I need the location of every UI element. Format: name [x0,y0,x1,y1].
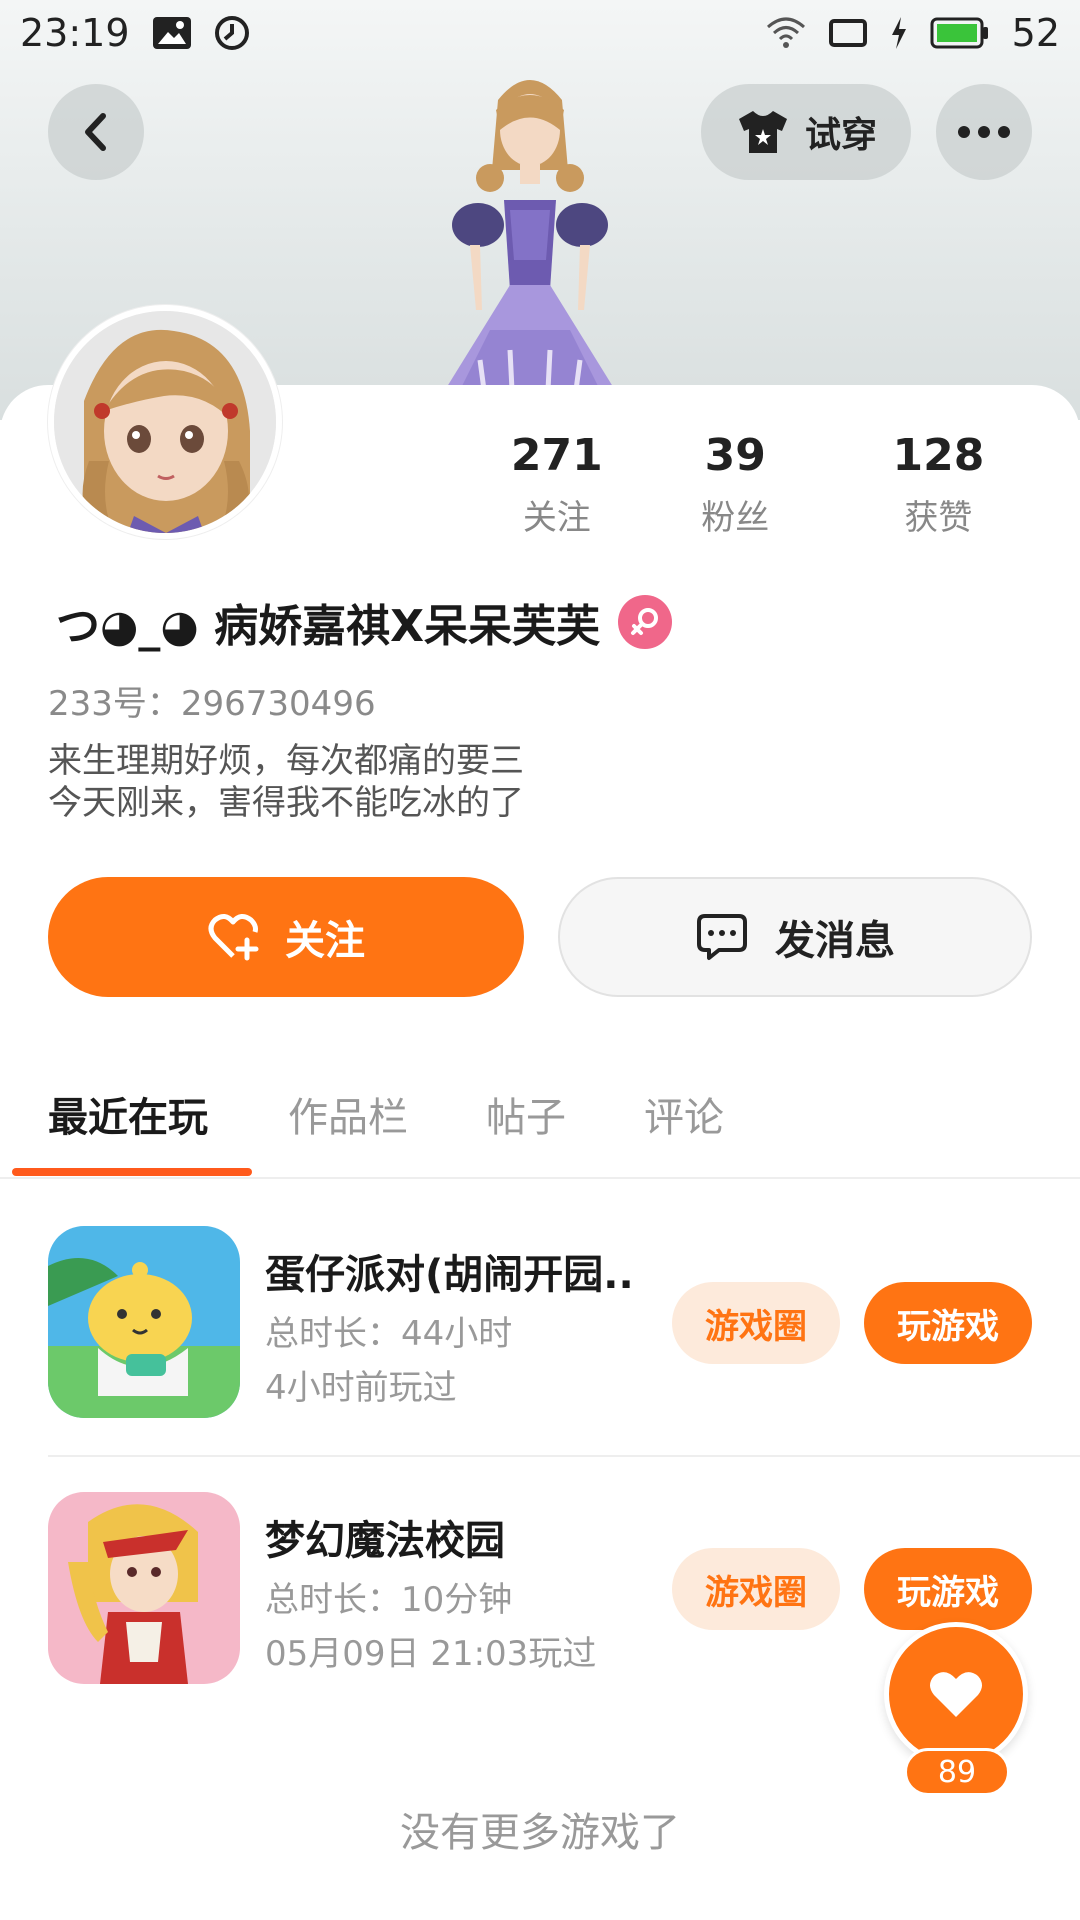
chevron-left-icon [85,113,106,151]
stat-label: 获赞 [904,498,973,538]
stat-following[interactable]: 271 关注 [480,430,634,539]
send-message-label: 发消息 [775,918,895,964]
game-duration: 总时长：10分钟 [265,1580,513,1620]
try-on-button[interactable]: 试穿 [701,84,911,180]
profile-tabs: 最近在玩 作品栏 帖子 评论 [0,1075,1080,1179]
stat-value: 128 [892,430,985,481]
chat-bubble-icon [697,914,747,960]
female-gender-icon [618,595,673,649]
battery-icon [930,17,990,49]
gallery-notification-icon [152,16,192,50]
more-dots-icon [958,126,1010,138]
game-icon-magic-school[interactable] [48,1492,240,1684]
stat-value: 39 [704,430,766,481]
heart-icon [930,1672,982,1717]
game-last-played: 05月09日 21:03玩过 [265,1634,597,1674]
game-circle-button[interactable]: 游戏圈 [672,1548,840,1630]
game-list-item[interactable]: 蛋仔派对(胡闹开园.. 总时长：44小时 4小时前玩过 游戏圈 玩游戏 [0,1226,1080,1491]
avatar-character-figure [400,60,660,391]
tab-comments[interactable]: 评论 [644,1085,724,1143]
game-circle-button[interactable]: 游戏圈 [672,1282,840,1364]
follow-label: 关注 [285,918,365,964]
battery-level: 52 [1011,11,1060,55]
tab-recently-played[interactable]: 最近在玩 [48,1085,208,1143]
send-message-button[interactable]: 发消息 [558,877,1032,997]
stat-value: 271 [510,430,603,481]
game-title[interactable]: 蛋仔派对(胡闹开园.. [265,1242,634,1300]
try-on-label: 试穿 [804,115,877,156]
game-title[interactable]: 梦幻魔法校园 [265,1508,505,1566]
stat-likes[interactable]: 128 获赞 [837,430,1040,539]
like-button[interactable] [884,1622,1028,1766]
profile-stats: 271 关注 39 粉丝 128 获赞 [480,430,1040,539]
wifi-icon [766,15,806,51]
no-more-games-text: 没有更多游戏了 [400,1810,680,1856]
play-game-button[interactable]: 玩游戏 [864,1548,1032,1630]
game-duration: 总时长：44小时 [265,1314,513,1354]
stat-label: 粉丝 [701,498,770,538]
row-divider [48,1455,1080,1457]
stat-fans[interactable]: 39 粉丝 [634,430,837,539]
profile-screen: 23:19 52 试穿 271 关注 39 粉丝 128 获赞 つ◕_◕ 病娇嘉… [0,0,1080,1920]
tshirt-icon [738,111,787,153]
bio-line: 来生理期好烦，每次都痛的要三 [48,741,524,781]
tab-works[interactable]: 作品栏 [288,1085,408,1143]
avatar[interactable] [48,305,282,539]
heart-plus-icon [208,914,259,961]
status-time: 23:19 [20,11,130,55]
screen-rotate-icon [828,17,868,49]
follow-button[interactable]: 关注 [48,877,524,997]
stat-label: 关注 [522,498,591,538]
status-bar: 23:19 52 [0,0,1080,66]
bio-line: 今天刚来，害得我不能吃冰的了 [48,783,524,823]
more-options-button[interactable] [936,84,1032,180]
user-bio: 来生理期好烦，每次都痛的要三 今天刚来，害得我不能吃冰的了 [48,740,524,824]
clock-notification-icon [214,15,250,51]
play-game-button[interactable]: 玩游戏 [864,1282,1032,1364]
charging-icon [890,16,908,50]
back-button[interactable] [48,84,144,180]
game-last-played: 4小时前玩过 [265,1368,457,1408]
tab-posts[interactable]: 帖子 [486,1085,566,1143]
like-count-badge: 89 [904,1748,1010,1796]
name-row: つ◕_◕ 病娇嘉祺X呆呆芙芙 [56,590,673,654]
game-icon-eggy-party[interactable] [48,1226,240,1418]
user-id: 233号：296730496 [48,684,376,724]
user-name: つ◕_◕ 病娇嘉祺X呆呆芙芙 [56,601,601,652]
active-tab-indicator [12,1168,252,1176]
